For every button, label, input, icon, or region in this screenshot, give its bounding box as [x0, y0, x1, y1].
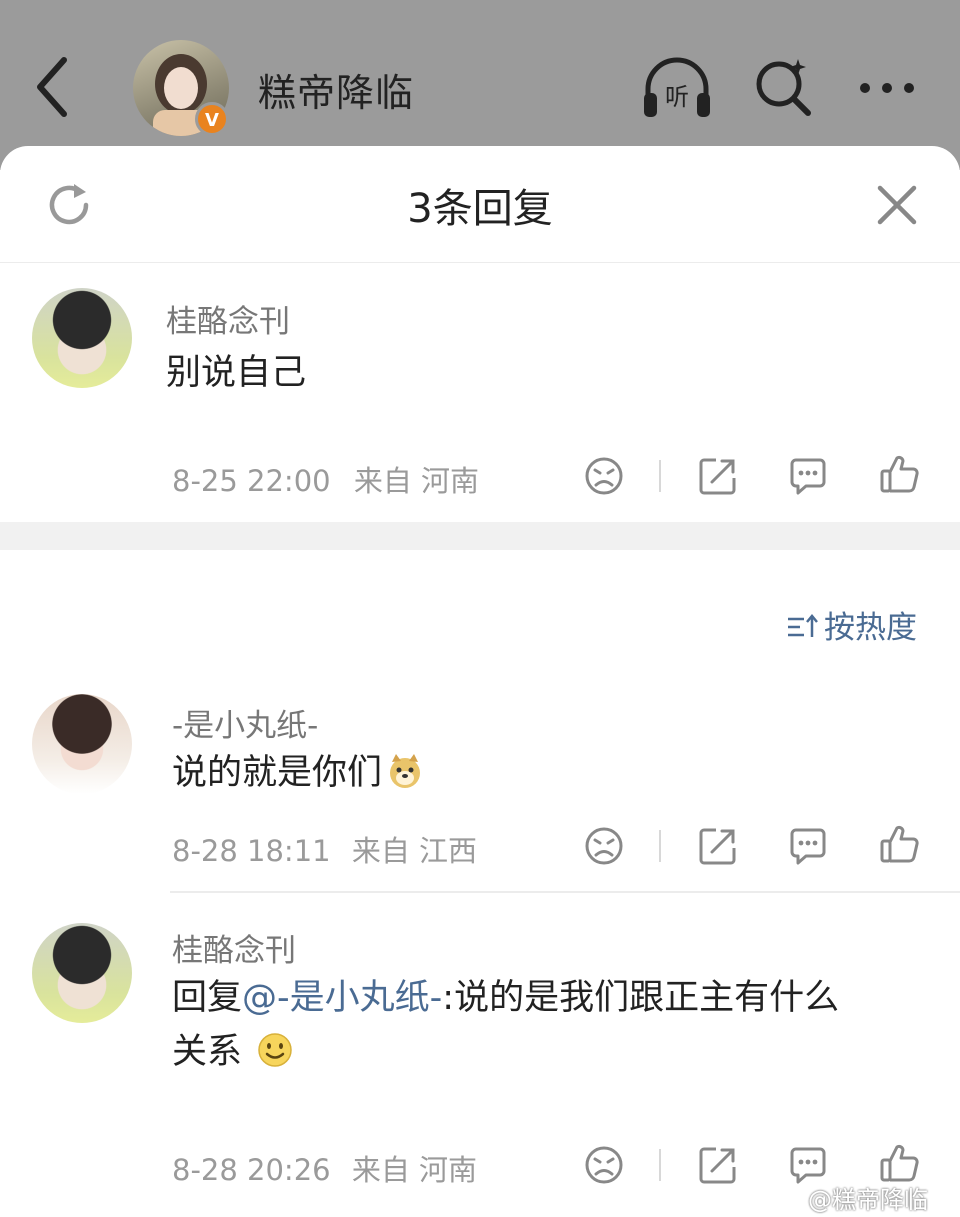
section-gap	[0, 522, 960, 550]
comment-time: 8-25 22:00	[172, 464, 331, 498]
sort-icon	[788, 614, 818, 637]
reply-meta: 8-28 18:11 来自 江西	[172, 828, 477, 870]
profile-name[interactable]: 糕帝降临	[258, 62, 414, 117]
reply-time: 8-28 18:11	[172, 834, 331, 868]
search-icon[interactable]	[752, 55, 816, 119]
dislike-icon[interactable]	[582, 454, 626, 498]
reply-item: 桂酪念刊 回复@-是小丸纸-:说的是我们跟正主有什么 关系 8-28 20:26…	[0, 893, 960, 1193]
top-bar: V 糕帝降临 听	[0, 0, 960, 170]
mention-link[interactable]: @-是小丸纸-	[242, 978, 442, 1018]
reply-location: 来自 江西	[351, 834, 478, 868]
comment-icon[interactable]	[786, 454, 830, 498]
action-separator	[659, 830, 661, 862]
watermark: @糕帝降临	[808, 1186, 928, 1214]
like-icon[interactable]	[878, 452, 922, 496]
doge-emoji-icon	[390, 754, 421, 788]
close-icon[interactable]	[876, 184, 918, 226]
dislike-icon[interactable]	[582, 824, 626, 868]
share-icon[interactable]	[696, 454, 740, 498]
action-separator	[659, 460, 661, 492]
reply-text: 回复@-是小丸纸-:说的是我们跟正主有什么 关系	[172, 971, 942, 1079]
smile-emoji-icon	[258, 1033, 292, 1067]
avatar[interactable]	[32, 694, 132, 794]
sheet-header: 3条回复	[0, 146, 960, 263]
share-icon[interactable]	[696, 824, 740, 868]
back-icon[interactable]	[28, 52, 78, 122]
sort-label: 按热度	[824, 610, 917, 646]
sheet-title: 3条回复	[407, 186, 553, 232]
reply-text-body: 关系	[172, 1032, 243, 1072]
reply-text-body: 说的就是你们	[172, 753, 383, 793]
avatar[interactable]	[32, 923, 132, 1023]
reply-text-body: :说的是我们跟正主有什么	[442, 978, 840, 1018]
comment-icon[interactable]	[786, 824, 830, 868]
reply-username[interactable]: -是小丸纸-	[172, 700, 318, 745]
reply-location: 来自 河南	[351, 1153, 478, 1187]
reply-time: 8-28 20:26	[172, 1153, 331, 1187]
like-icon[interactable]	[878, 822, 922, 866]
action-separator	[659, 1149, 661, 1181]
reply-username[interactable]: 桂酪念刊	[172, 925, 296, 970]
avatar[interactable]	[32, 288, 132, 388]
comment-text: 别说自己	[166, 353, 307, 393]
reply-text: 说的就是你们	[172, 746, 424, 800]
listen-icon[interactable]: 听	[640, 55, 714, 121]
comment-location: 来自 河南	[353, 464, 480, 498]
svg-text:听: 听	[665, 83, 689, 111]
share-icon[interactable]	[696, 1143, 740, 1187]
reply-sheet: 3条回复 桂酪念刊 别说自己 8-25 22:00 来自 河南 按热度 -是小丸…	[0, 146, 960, 1217]
comment-meta: 8-25 22:00 来自 河南	[172, 458, 479, 500]
verified-badge: V	[195, 102, 229, 136]
reply-item: -是小丸纸- 说的就是你们 8-28 18:11 来自 江西	[0, 676, 960, 891]
dislike-icon[interactable]	[582, 1143, 626, 1187]
more-icon[interactable]	[855, 78, 919, 98]
comment-username[interactable]: 桂酪念刊	[166, 296, 290, 341]
reply-meta: 8-28 20:26 来自 河南	[172, 1147, 477, 1189]
reply-prefix: 回复	[172, 978, 243, 1018]
root-comment: 桂酪念刊 别说自己 8-25 22:00 来自 河南	[0, 262, 960, 522]
sort-button[interactable]: 按热度	[786, 602, 917, 647]
like-icon[interactable]	[878, 1141, 922, 1185]
